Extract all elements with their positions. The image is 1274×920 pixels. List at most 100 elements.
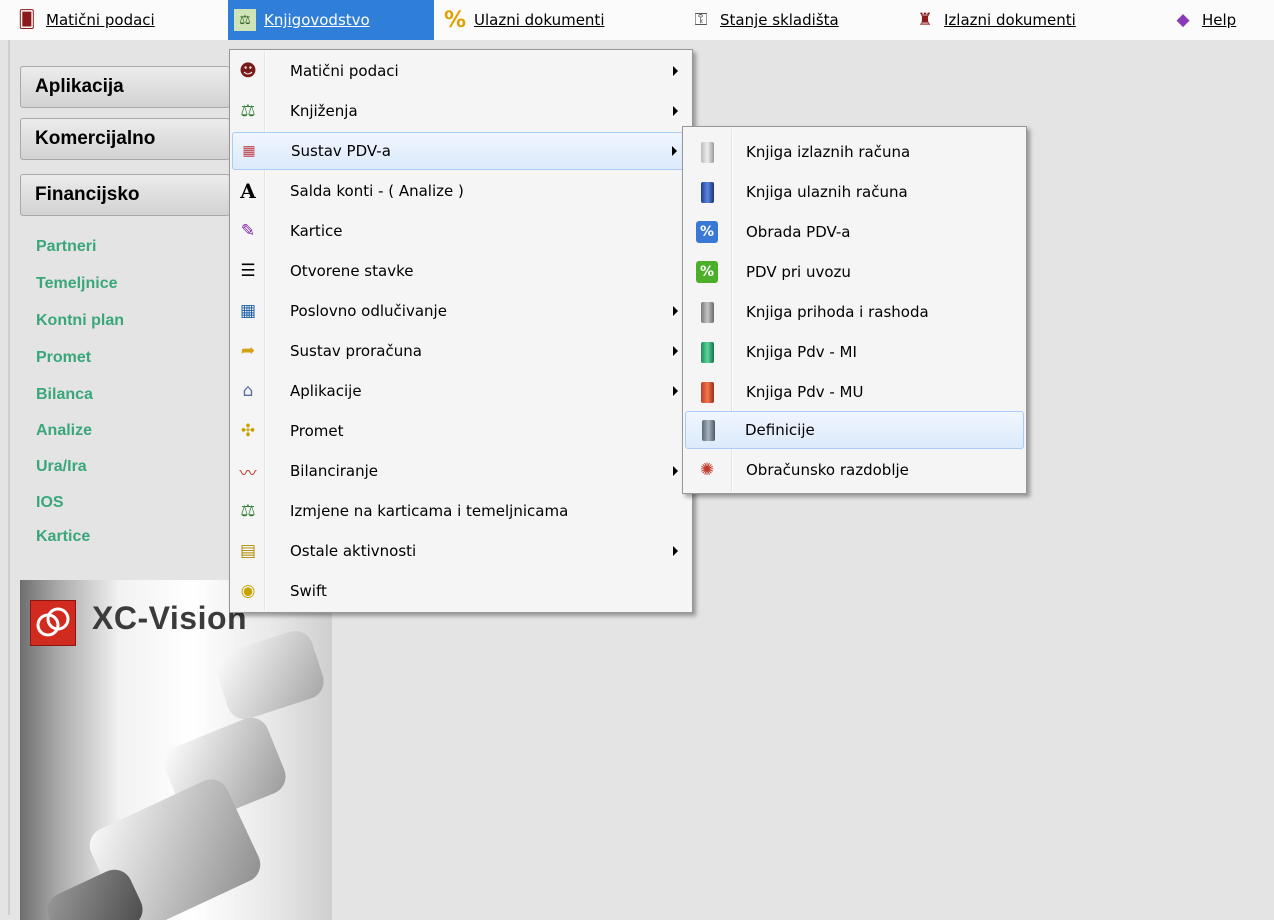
scales-icon: ⚖ [234,9,256,31]
folder-arrow-icon: ➦ [240,341,256,361]
stamp-icon: ♜ [917,10,933,30]
menu-item-sustav-proracuna[interactable]: ➦ Sustav proračuna [232,332,690,370]
book-gray-icon [696,418,720,442]
menu-label: Stanje skladišta [720,11,839,29]
menu-item-promet[interactable]: ✣ Promet [232,412,690,450]
submenu-item-obracunsko-razdoblje[interactable]: ✺ Obračunsko razdoblje [685,451,1024,489]
menu-label: Izlazni dokumenti [944,11,1076,29]
menu-item-sustav-pdv[interactable]: ▦ Sustav PDV-a [232,132,690,170]
logo-text: XC-Vision [92,600,248,636]
submenu-arrow-icon [673,346,678,356]
book-green-icon [695,340,719,364]
menu-item-kartice[interactable]: ✎ Kartice [232,212,690,250]
card-icon: ✎ [240,221,256,241]
link-ios[interactable]: IOS [36,494,64,512]
menu-item-label: Poslovno odlučivanje [290,302,447,320]
book-blue-icon [695,180,719,204]
pdv-submenu: Knjiga izlaznih računa Knjiga ulaznih ra… [682,126,1027,494]
book-gray-icon [695,300,719,324]
menu-label: Help [1202,11,1237,29]
menu-item-label: Otvorene stavke [290,262,414,280]
book-gray-icon [695,140,719,164]
menu-item-maticni-podaci[interactable]: ☻ Matični podaci [232,52,690,90]
link-analize[interactable]: Analize [36,422,92,440]
coins-icon: ◉ [240,581,256,601]
menu-maticni-podaci[interactable]: 🂠 Matični podaci [10,0,161,40]
menu-label: Ulazni dokumenti [474,11,605,29]
menu-item-label: Knjiga Pdv - MU [746,383,864,401]
house-icon: ⌂ [242,381,254,401]
puzzle-piece-image [211,626,329,724]
calendar-grid-icon: ▦ [239,301,257,321]
link-ura-ira[interactable]: Ura/Ira [36,458,87,476]
submenu-item-obrada-pdv[interactable]: % Obrada PDV-a [685,213,1024,251]
menu-item-label: Sustav proračuna [290,342,422,360]
menu-item-bilanciranje[interactable]: 〰 Bilanciranje [232,452,690,490]
menu-item-label: PDV pri uvozu [746,263,851,281]
link-bilanca[interactable]: Bilanca [36,386,93,404]
menu-item-label: Obračunsko razdoblje [746,461,909,479]
menu-help[interactable]: ◆ Help [1166,0,1242,40]
menu-label: Matični podaci [46,11,155,29]
menu-item-label: Knjiga prihoda i rashoda [746,303,929,321]
menu-item-izmjene[interactable]: ⚖ Izmjene na karticama i temeljnicama [232,492,690,530]
submenu-arrow-icon [672,146,677,156]
menu-bar: 🂠 Matični podaci ⚖ Knjigovodstvo % Ulazn… [0,0,1274,40]
menu-item-label: Matični podaci [290,62,399,80]
link-partneri[interactable]: Partneri [36,238,96,256]
grid-icon: ▦ [242,143,256,159]
submenu-item-knjiga-ulaznih[interactable]: Knjiga ulaznih računa [685,173,1024,211]
knjigovodstvo-menu: ☻ Matični podaci ⚖ Knjiženja ▦ Sustav PD… [229,49,693,613]
book-red-icon [695,380,719,404]
menu-item-label: Knjiga izlaznih računa [746,143,911,161]
xc-vision-logo-icon [30,600,76,646]
menu-ulazni-dokumenti[interactable]: % Ulazni dokumenti [438,0,610,40]
menu-item-label: Definicije [745,421,815,439]
menu-item-label: Obrada PDV-a [746,223,851,241]
submenu-arrow-icon [673,106,678,116]
menu-item-label: Aplikacije [290,382,362,400]
letter-a-icon: A [240,179,256,203]
menu-item-label: Kartice [290,222,343,240]
menu-item-salda-konti[interactable]: A Salda konti - ( Analize ) [232,172,690,210]
menu-item-label: Sustav PDV-a [291,142,391,160]
section-komercijalno[interactable]: Komercijalno [20,118,230,160]
menu-item-poslovno-odlucivanje[interactable]: ▦ Poslovno odlučivanje [232,292,690,330]
scales-icon: ⚖ [240,101,256,121]
menu-stanje-skladista[interactable]: ⚿ Stanje skladišta [684,0,845,40]
menu-item-swift[interactable]: ◉ Swift [232,572,690,610]
menu-item-label: Bilanciranje [290,462,379,480]
menu-item-knjizenja[interactable]: ⚖ Knjiženja [232,92,690,130]
submenu-item-knjiga-izlaznih[interactable]: Knjiga izlaznih računa [685,133,1024,171]
percent-icon: % [443,7,467,33]
submenu-item-definicije[interactable]: Definicije [685,411,1024,449]
submenu-item-knjiga-pdv-mi[interactable]: Knjiga Pdv - MI [685,333,1024,371]
menu-izlazni-dokumenti[interactable]: ♜ Izlazni dokumenti [908,0,1082,40]
submenu-item-knjiga-prihoda[interactable]: Knjiga prihoda i rashoda [685,293,1024,331]
menu-item-label: Promet [290,422,344,440]
menu-item-otvorene-stavke[interactable]: ☰ Otvorene stavke [232,252,690,290]
menu-label: Knjigovodstvo [264,11,370,29]
person-icon: ☻ [239,61,257,81]
menu-item-label: Ostale aktivnosti [290,542,417,560]
menu-item-label: Swift [290,582,327,600]
crosshair-icon: ✣ [240,421,256,441]
submenu-item-pdv-pri-uvozu[interactable]: % PDV pri uvozu [685,253,1024,291]
link-kontni-plan[interactable]: Kontni plan [36,312,124,330]
submenu-arrow-icon [673,466,678,476]
link-kartice[interactable]: Kartice [36,528,90,546]
keys-icon: ⚿ [694,10,708,30]
menu-item-label: Salda konti - ( Analize ) [290,182,464,200]
chart-line-icon: 〰 [239,463,257,484]
submenu-item-knjiga-pdv-mu[interactable]: Knjiga Pdv - MU [685,373,1024,411]
menu-knjigovodstvo[interactable]: ⚖ Knjigovodstvo [228,0,434,40]
section-financijsko[interactable]: Financijsko [20,174,230,216]
section-aplikacija[interactable]: Aplikacija [20,66,230,108]
link-promet[interactable]: Promet [36,349,91,367]
menu-item-ostale-aktivnosti[interactable]: ▤ Ostale aktivnosti [232,532,690,570]
menu-item-label: Knjiga ulaznih računa [746,183,908,201]
link-temeljnice[interactable]: Temeljnice [36,275,118,293]
scales-icon: ⚖ [240,501,256,521]
menu-item-aplikacije[interactable]: ⌂ Aplikacije [232,372,690,410]
submenu-arrow-icon [673,546,678,556]
